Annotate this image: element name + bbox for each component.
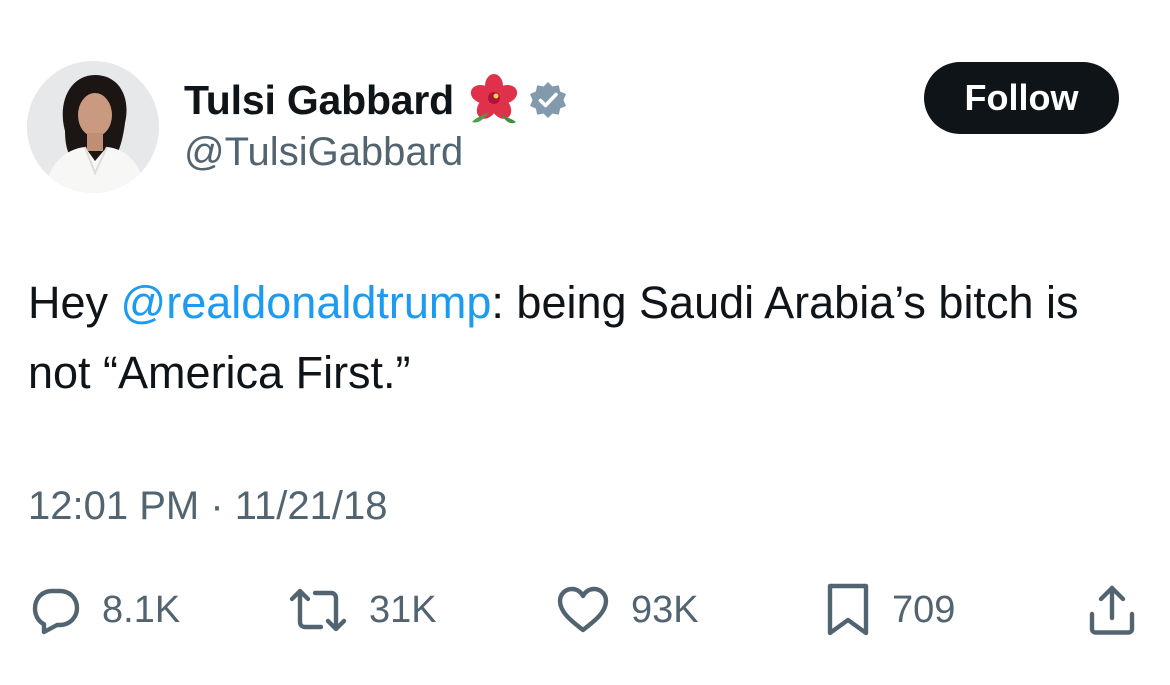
bookmark-icon (827, 583, 869, 636)
bookmark-button[interactable]: 709 (824, 580, 955, 640)
verified-badge-icon[interactable] (528, 80, 568, 120)
mention-link[interactable]: @realdonaldtrump (121, 277, 492, 328)
author-name[interactable]: Tulsi Gabbard (184, 77, 454, 124)
profile-photo (27, 61, 159, 193)
heart-icon (557, 586, 609, 633)
tweet-timestamp[interactable]: 12:01 PM · 11/21/18 (28, 480, 388, 532)
share-icon (1089, 585, 1135, 635)
bookmark-count: 709 (892, 588, 956, 631)
author-handle[interactable]: @TulsiGabbard (184, 128, 463, 176)
repost-button[interactable]: 31K (287, 580, 437, 640)
like-button[interactable]: 93K (555, 580, 699, 640)
avatar[interactable] (27, 61, 159, 193)
share-button[interactable] (1086, 580, 1138, 640)
reply-icon (32, 588, 80, 635)
hibiscus-emoji-icon (470, 74, 518, 124)
like-count: 93K (631, 588, 699, 631)
reply-button[interactable]: 8.1K (30, 580, 180, 640)
author-name-row: Tulsi Gabbard (184, 72, 568, 128)
reply-count: 8.1K (102, 588, 181, 631)
repost-count: 31K (369, 588, 437, 631)
tweet-text: Hey @realdonaldtrump: being Saudi Arabia… (28, 268, 1138, 408)
repost-icon (289, 588, 347, 632)
tweet-text-start: Hey (28, 277, 121, 328)
action-bar: 8.1K 31K 93K 709 (0, 580, 1170, 640)
follow-button[interactable]: Follow (924, 62, 1119, 134)
